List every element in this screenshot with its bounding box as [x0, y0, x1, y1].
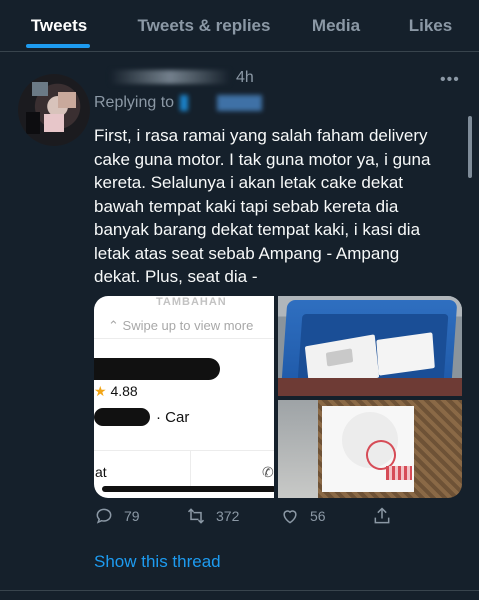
- heart-icon: [283, 510, 297, 524]
- partial-text: at: [95, 464, 107, 480]
- home-indicator: [102, 486, 274, 492]
- media-grid: TAMBAHAN ⌃ Swipe up to view more ★ 4.88 …: [94, 296, 462, 498]
- tab-media[interactable]: Media: [290, 0, 382, 52]
- redacted-driver-name: [94, 358, 220, 380]
- reply-icon: [96, 508, 112, 524]
- profile-tabs: Tweets Tweets & replies Media Likes: [0, 0, 479, 52]
- swipe-hint: ⌃ Swipe up to view more: [108, 318, 253, 334]
- vehicle-type: · Car: [156, 408, 190, 426]
- tweet-text-line: bawah tempat kaki tapi sebab kereta dia: [94, 196, 399, 216]
- driver-rating: ★ 4.88: [94, 383, 138, 400]
- retweet-icon: [187, 508, 205, 524]
- retweet-count: 372: [216, 508, 240, 524]
- chevron-up-icon: ⌃: [108, 318, 119, 333]
- share-icon: [374, 507, 390, 524]
- media-image-blue-box[interactable]: [278, 296, 462, 396]
- tweet-text-line: letak atas seat sebab Ampang - Ampang: [94, 243, 400, 263]
- screenshot-header: TAMBAHAN: [156, 296, 227, 308]
- media-image-cake-box[interactable]: [278, 400, 462, 498]
- star-icon: ★: [94, 383, 107, 399]
- tweet-timestamp[interactable]: 4h: [236, 69, 254, 87]
- phone-icon: ✆: [262, 464, 274, 480]
- tweet-text: First, i rasa ramai yang salah faham del…: [94, 124, 464, 289]
- replying-to-label: Replying to: [94, 94, 175, 111]
- vehicle-row: · Car: [94, 408, 189, 426]
- avatar[interactable]: [18, 74, 90, 146]
- cake-box: [322, 406, 414, 492]
- share-button[interactable]: [372, 506, 402, 526]
- scrollbar[interactable]: [468, 116, 472, 178]
- tab-likes[interactable]: Likes: [382, 0, 479, 52]
- replying-to: Replying to: [94, 94, 263, 112]
- tweet-text-line: cake guna motor. I tak guna motor ya, i …: [94, 149, 431, 169]
- more-horizontal-icon[interactable]: •••: [440, 71, 460, 89]
- tweet-text-line: First, i rasa ramai yang salah faham del…: [94, 126, 428, 145]
- rating-value: 4.88: [110, 383, 138, 399]
- divider: [94, 338, 274, 339]
- redacted-plate: [94, 408, 150, 426]
- retweet-button[interactable]: 372: [186, 506, 239, 526]
- redacted-username[interactable]: [110, 70, 230, 84]
- tweet-text-line: kereta. Selalunya i akan letak cake deka…: [94, 173, 404, 192]
- tweet-actions: 79 372 56: [0, 506, 479, 534]
- show-thread-link[interactable]: Show this thread: [94, 552, 221, 572]
- redacted-mention[interactable]: [180, 95, 263, 111]
- reply-count: 79: [124, 508, 140, 524]
- like-count: 56: [310, 508, 326, 524]
- reply-button[interactable]: 79: [94, 506, 140, 526]
- tab-tweets-and-replies[interactable]: Tweets & replies: [118, 0, 290, 52]
- tweet-text-line: banyak barang dekat tempat kaki, i kasi …: [94, 220, 421, 239]
- swipe-hint-text: Swipe up to view more: [122, 318, 254, 333]
- like-button[interactable]: 56: [280, 506, 326, 526]
- divider: [190, 450, 191, 490]
- divider: [0, 590, 479, 591]
- tweet-text-line: dekat. Plus, seat dia -: [94, 267, 258, 286]
- active-tab-indicator: [26, 44, 90, 48]
- divider: [94, 450, 274, 451]
- media-image-screenshot[interactable]: TAMBAHAN ⌃ Swipe up to view more ★ 4.88 …: [94, 296, 274, 498]
